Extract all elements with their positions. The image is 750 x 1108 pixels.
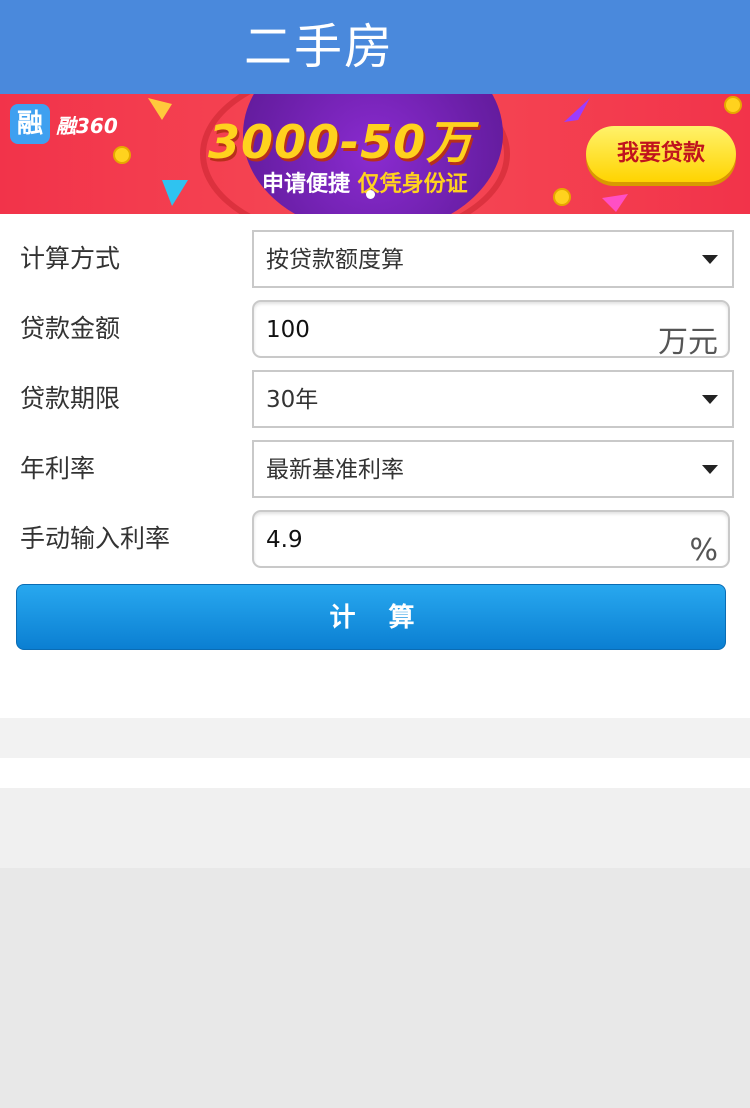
- ad-banner[interactable]: 融 融360 3000-50万 申请便捷 仅凭身份证 我要贷款: [0, 94, 750, 214]
- banner-amount: 3000-50万: [208, 115, 474, 169]
- result-area-panel: [0, 788, 750, 868]
- loan-term-label: 贷款期限: [20, 384, 121, 413]
- loan-amount-input[interactable]: 100 万元: [252, 300, 730, 360]
- apply-loan-button[interactable]: 我要贷款: [586, 126, 736, 182]
- gem-icon: [148, 98, 172, 120]
- calculate-label: 计 算: [329, 603, 427, 633]
- loan-amount-value: 100: [266, 317, 310, 343]
- mortgage-calculator-form: 计算方式 按贷款额度算 贷款金额 100 万元 贷款期限 30年 年利率 最新基…: [0, 214, 750, 718]
- manual-rate-value: 4.9: [266, 527, 303, 553]
- gem-icon: [564, 98, 590, 122]
- gem-icon: [602, 194, 628, 212]
- carousel-indicator-dot[interactable]: [366, 190, 375, 199]
- brand-logo-icon: 融: [10, 104, 50, 144]
- page-background: [0, 868, 750, 1108]
- loan-term-select[interactable]: 30年: [252, 370, 734, 428]
- gem-icon: [162, 180, 188, 206]
- result-area-divider: [0, 758, 750, 788]
- calc-method-label: 计算方式: [20, 244, 121, 273]
- dropdown-arrow-icon: [702, 465, 718, 474]
- dropdown-arrow-icon: [702, 255, 718, 264]
- calc-method-select[interactable]: 按贷款额度算: [252, 230, 734, 288]
- manual-rate-label: 手动输入利率: [20, 524, 171, 553]
- brand-logo-glyph: 融: [16, 109, 43, 139]
- calc-method-value: 按贷款额度算: [266, 247, 404, 273]
- annual-rate-select[interactable]: 最新基准利率: [252, 440, 734, 498]
- loan-amount-unit: 万元: [658, 325, 718, 360]
- dropdown-arrow-icon: [702, 395, 718, 404]
- loan-amount-label: 贷款金额: [20, 314, 121, 343]
- coin-icon: [113, 146, 131, 164]
- manual-rate-input[interactable]: 4.9 %: [252, 510, 730, 568]
- calculate-button[interactable]: 计 算: [16, 584, 726, 650]
- header-bar: 二手房: [0, 0, 750, 94]
- page-title: 二手房: [244, 19, 395, 75]
- manual-rate-unit: %: [689, 533, 718, 568]
- coin-icon: [724, 96, 742, 114]
- loan-term-value: 30年: [266, 387, 319, 413]
- result-area-strip: [0, 718, 750, 758]
- apply-loan-label: 我要贷款: [616, 141, 705, 166]
- coin-icon: [553, 188, 571, 206]
- brand-logo-text: 融360: [56, 114, 118, 138]
- banner-subline: 申请便捷 仅凭身份证: [262, 172, 468, 198]
- annual-rate-label: 年利率: [20, 454, 96, 483]
- annual-rate-value: 最新基准利率: [266, 457, 404, 483]
- banner-subline-part1: 申请便捷: [262, 172, 358, 197]
